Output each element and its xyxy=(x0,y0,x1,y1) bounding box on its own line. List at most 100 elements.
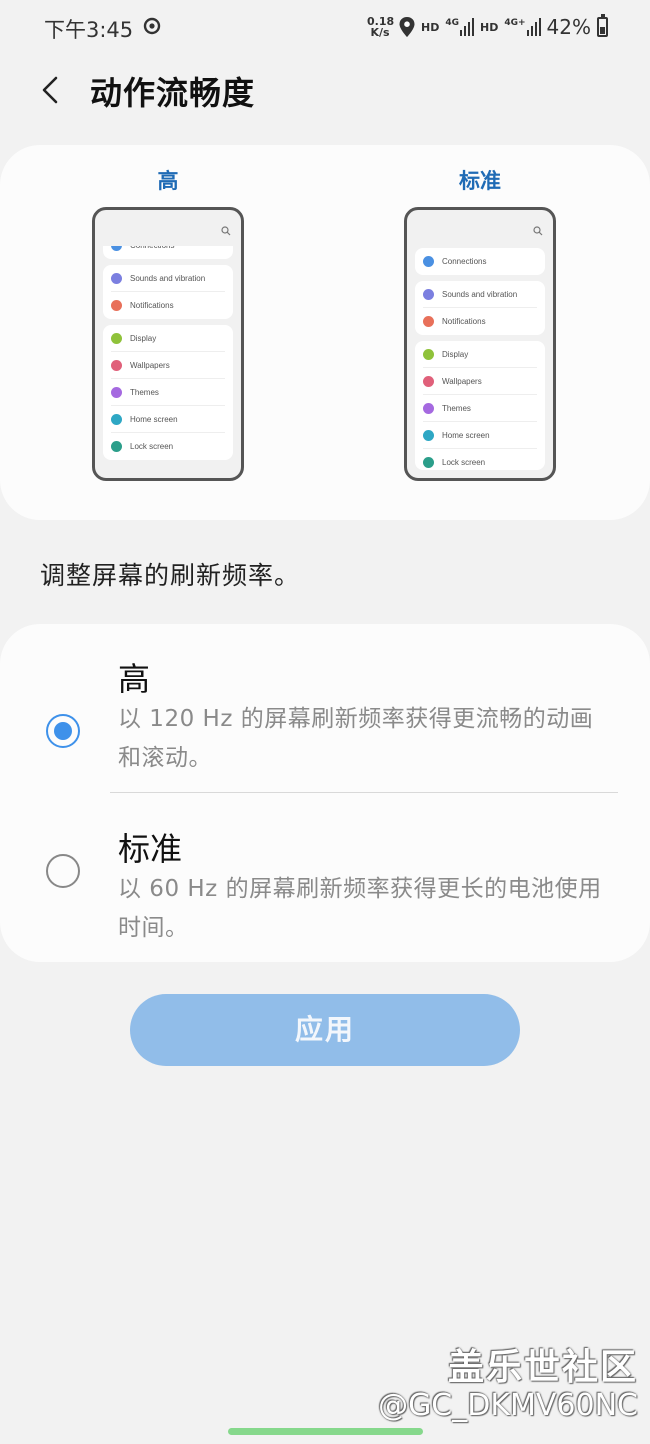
battery-icon xyxy=(597,14,608,37)
net-speed: 0.18 K/s xyxy=(367,16,394,39)
options-card: 高 以 120 Hz 的屏幕刷新频率获得更流畅的动画和滚动。 标准 以 60 H… xyxy=(0,624,650,962)
location-icon xyxy=(399,17,415,37)
settings-list-standard: Connections Sounds and vibration Notificat… xyxy=(415,248,545,470)
settings-group: Display Wallpapers Themes Home screen Lock s… xyxy=(103,325,233,460)
signal-1-label: 4G xyxy=(445,18,459,28)
sync-icon xyxy=(143,17,161,35)
back-button[interactable] xyxy=(32,70,72,110)
preview-standard-label: 标准 xyxy=(459,169,501,193)
settings-item: Notifications xyxy=(423,308,537,335)
settings-item: Wallpapers xyxy=(111,352,225,379)
settings-item: Display xyxy=(111,325,225,352)
settings-item-icon xyxy=(423,457,434,468)
settings-item-icon xyxy=(423,348,434,360)
hd-badge-2: HD xyxy=(480,20,499,34)
settings-group: Sounds and vibration Notifications xyxy=(415,281,545,335)
phone-mockup-high: Connections Sounds and vibration Notificat… xyxy=(92,207,244,481)
settings-item: Home screen xyxy=(111,406,225,433)
settings-item: Display xyxy=(423,341,537,368)
search-icon xyxy=(533,226,543,236)
settings-item: Wallpapers xyxy=(423,368,537,395)
status-right-icons: 0.18 K/s HD 4G HD 4G+ 42% xyxy=(367,12,608,42)
settings-group: Connections xyxy=(103,246,233,259)
settings-item: Lock screen xyxy=(111,433,225,460)
settings-item-label: Sounds and vibration xyxy=(442,289,518,299)
divider xyxy=(110,792,618,793)
settings-item-icon xyxy=(423,256,434,267)
settings-list-high: Connections Sounds and vibration Notificat… xyxy=(103,246,233,466)
settings-item-label: Lock screen xyxy=(442,458,486,467)
settings-item: Sounds and vibration xyxy=(111,265,225,292)
settings-item: Sounds and vibration xyxy=(423,281,537,308)
settings-item-icon xyxy=(423,375,434,387)
settings-item-icon xyxy=(423,429,434,441)
settings-item-icon xyxy=(111,386,122,398)
settings-item: Themes xyxy=(423,395,537,422)
settings-item-label: Home screen xyxy=(442,430,490,440)
settings-item-icon xyxy=(111,272,122,284)
radio-standard[interactable] xyxy=(46,854,80,888)
header: 动作流畅度 xyxy=(0,62,650,122)
settings-group: Display Wallpapers Themes Home screen Lock s… xyxy=(415,341,545,470)
settings-item-label: Connections xyxy=(442,257,487,266)
option-high-description: 以 120 Hz 的屏幕刷新频率获得更流畅的动画和滚动。 xyxy=(118,706,594,771)
settings-item-label: Notifications xyxy=(130,301,174,310)
settings-item-label: Lock screen xyxy=(130,442,174,451)
settings-item-icon xyxy=(111,300,122,311)
settings-item-icon xyxy=(111,413,122,425)
settings-group: Sounds and vibration Notifications xyxy=(103,265,233,319)
page-title: 动作流畅度 xyxy=(90,74,256,112)
signal-bars-icon xyxy=(526,18,541,36)
settings-item-label: Themes xyxy=(442,403,471,413)
settings-item: Lock screen xyxy=(423,449,537,470)
status-bar: 下午3:45 0.18 K/s HD 4G HD 4G+ 42% xyxy=(0,0,650,56)
screen: 下午3:45 0.18 K/s HD 4G HD 4G+ 42% 动作流畅度 高… xyxy=(0,0,650,1444)
settings-item-label: Home screen xyxy=(130,414,178,424)
hd-badge-1: HD xyxy=(421,20,440,34)
watermark-site: 盖乐世社区 xyxy=(447,1347,638,1388)
option-high[interactable]: 高 以 120 Hz 的屏幕刷新频率获得更流畅的动画和滚动。 xyxy=(0,648,650,792)
preview-standard: 标准 Connections Sounds and vibration Notifi… xyxy=(404,163,556,481)
apply-button[interactable]: 应用 xyxy=(130,994,520,1066)
settings-item-icon xyxy=(111,441,122,452)
settings-item-label: Display xyxy=(130,333,157,343)
signal-1: 4G xyxy=(445,18,474,36)
settings-item: Connections xyxy=(423,248,537,275)
settings-item: Home screen xyxy=(423,422,537,449)
settings-item-icon xyxy=(423,288,434,300)
settings-item-icon xyxy=(111,332,122,344)
settings-group: Connections xyxy=(415,248,545,275)
watermark-user: @GC_DKMV60NC xyxy=(378,1388,638,1423)
phone-mockup-standard: Connections Sounds and vibration Notificat… xyxy=(404,207,556,481)
settings-item: Connections xyxy=(111,246,225,259)
preview-card: 高 Connections Sounds and vibration Notific… xyxy=(0,145,650,520)
settings-item-label: Connections xyxy=(130,246,174,250)
signal-2: 4G+ xyxy=(504,18,541,36)
search-icon xyxy=(221,226,231,236)
settings-item-label: Sounds and vibration xyxy=(130,273,206,283)
battery-percent: 42% xyxy=(546,15,591,39)
settings-item-label: Notifications xyxy=(442,317,486,326)
net-speed-unit: K/s xyxy=(370,26,390,39)
option-standard-description: 以 60 Hz 的屏幕刷新频率获得更长的电池使用时间。 xyxy=(118,876,602,941)
radio-high[interactable] xyxy=(46,714,80,748)
chevron-left-icon xyxy=(42,76,58,104)
settings-item: Notifications xyxy=(111,292,225,319)
status-time: 下午3:45 xyxy=(44,18,134,42)
option-standard-title: 标准 xyxy=(118,830,183,868)
option-standard[interactable]: 标准 以 60 Hz 的屏幕刷新频率获得更长的电池使用时间。 xyxy=(0,818,650,962)
preview-high: 高 Connections Sounds and vibration Notific… xyxy=(92,163,244,481)
settings-item-icon xyxy=(111,246,122,251)
settings-item-label: Wallpapers xyxy=(442,376,482,386)
settings-item-icon xyxy=(423,316,434,327)
home-indicator[interactable] xyxy=(228,1428,423,1435)
option-high-title: 高 xyxy=(118,660,151,698)
settings-item-label: Themes xyxy=(130,387,159,397)
signal-2-label: 4G+ xyxy=(504,18,526,28)
signal-bars-icon xyxy=(460,18,474,36)
settings-item-label: Wallpapers xyxy=(130,360,170,370)
settings-item-icon xyxy=(423,402,434,414)
settings-item-label: Display xyxy=(442,349,469,359)
settings-item-icon xyxy=(111,359,122,371)
settings-item: Themes xyxy=(111,379,225,406)
